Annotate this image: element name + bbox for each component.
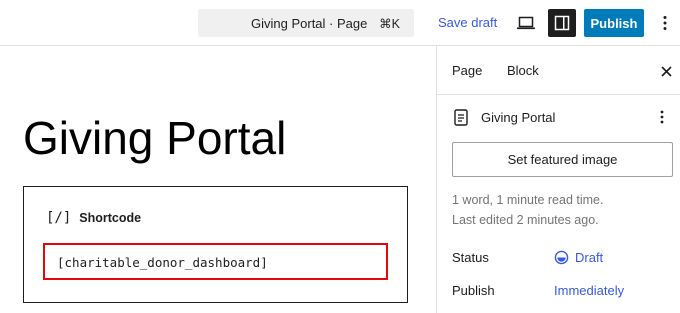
draft-status-icon [554,250,569,265]
page-icon [454,109,468,126]
publish-date-button[interactable]: Immediately [554,283,624,298]
sidebar-icon [554,15,570,31]
preview-button[interactable] [513,10,539,36]
save-draft-button[interactable]: Save draft [438,15,497,30]
shortcode-block-header: [/] Shortcode [46,210,141,226]
command-center[interactable]: Giving Portal · Page ⌘K [198,9,414,37]
laptop-icon [517,16,535,30]
editor-canvas: Giving Portal [/] Shortcode [charitable_… [0,46,436,313]
status-value: Draft [575,250,604,265]
set-featured-image-button[interactable]: Set featured image [452,142,673,177]
last-edited: Last edited 2 minutes ago. [452,213,599,227]
sidebar-tabs: Page Block [437,46,680,95]
top-toolbar: Giving Portal · Page ⌘K Save draft Publi… [0,0,680,46]
close-sidebar-button[interactable] [657,62,675,80]
status-label: Status [452,250,489,265]
close-icon [660,65,672,77]
settings-sidebar: Page Block Giving Portal Set featured im… [436,46,680,313]
publish-label: Publish [452,283,495,298]
shortcode-block-label: Shortcode [79,211,142,225]
more-vertical-icon [660,110,664,124]
tab-page[interactable]: Page [452,46,482,95]
post-title[interactable]: Giving Portal [23,112,286,164]
keyboard-shortcut: ⌘K [379,17,400,31]
shortcode-input[interactable]: [charitable_donor_dashboard] [43,243,388,280]
document-title-sidebar: Giving Portal [481,110,556,125]
shortcode-icon: [/] [46,210,72,226]
status-value-button[interactable]: Draft [554,250,603,265]
options-menu-button[interactable] [656,10,674,36]
word-count: 1 word, 1 minute read time. [452,193,604,207]
document-summary: Giving Portal [437,95,680,141]
settings-sidebar-toggle[interactable] [548,9,576,37]
editor-root: Giving Portal · Page ⌘K Save draft Publi… [0,0,680,313]
tab-block[interactable]: Block [507,46,539,95]
document-actions-button[interactable] [653,107,671,127]
publish-button[interactable]: Publish [584,9,644,37]
document-title: Giving Portal · Page [251,16,368,31]
more-vertical-icon [663,16,667,30]
shortcode-block[interactable]: [/] Shortcode [charitable_donor_dashboar… [23,186,408,303]
